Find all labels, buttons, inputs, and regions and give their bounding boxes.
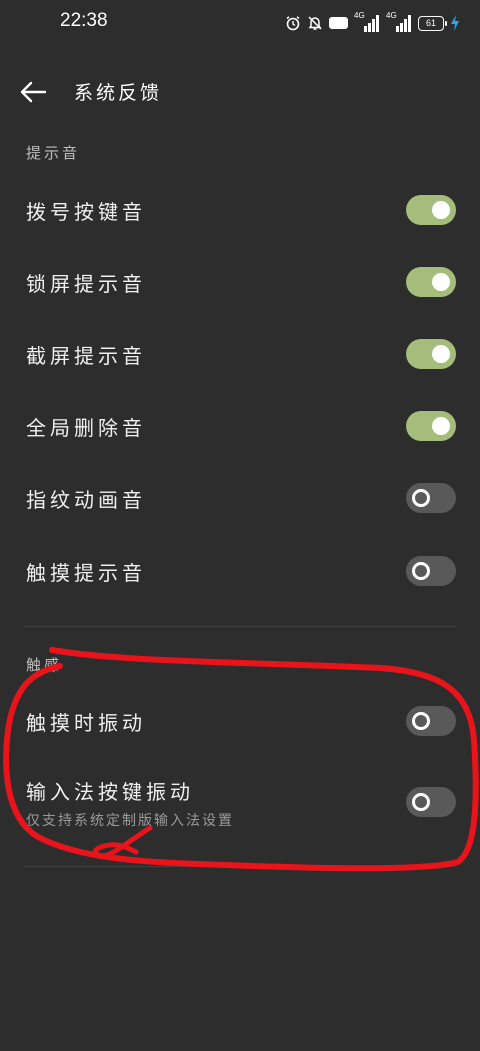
toggle-switch[interactable] xyxy=(406,267,456,297)
setting-row-ime-vibration[interactable]: 输入法按键振动 仅支持系统定制版输入法设置 xyxy=(0,766,480,838)
setting-label: 全局删除音 xyxy=(26,416,146,440)
setting-label: 拨号按键音 xyxy=(26,200,146,224)
toggle-knob xyxy=(412,793,430,811)
toggle-knob xyxy=(412,562,430,580)
network-label-1: 4G xyxy=(354,11,365,20)
signal-4g-icon: 4G xyxy=(386,11,412,32)
toggle-knob xyxy=(432,273,450,291)
signal-4g-icon: 4G xyxy=(354,11,380,32)
header: 系统反馈 xyxy=(0,64,480,120)
toggle-switch[interactable] xyxy=(406,195,456,225)
setting-row-fingerprint-tone[interactable]: 指纹动画音 xyxy=(0,472,480,524)
toggle-knob xyxy=(432,201,450,219)
hd-icon: HD xyxy=(329,17,348,29)
setting-row-dial-tone[interactable]: 拨号按键音 xyxy=(0,184,480,236)
setting-row-touch-tone[interactable]: 触摸提示音 xyxy=(0,545,480,597)
setting-label: 锁屏提示音 xyxy=(26,272,146,296)
charging-icon xyxy=(450,15,460,31)
setting-row-touch-vibration[interactable]: 触摸时振动 xyxy=(0,694,480,748)
setting-label: 触摸提示音 xyxy=(26,561,146,585)
status-icons: HD 4G 4G 61 xyxy=(285,11,460,34)
toggle-switch[interactable] xyxy=(406,556,456,586)
arrow-left-icon xyxy=(20,81,47,103)
setting-label: 输入法按键振动 xyxy=(26,780,194,804)
setting-sublabel: 仅支持系统定制版输入法设置 xyxy=(26,813,234,829)
network-label-2: 4G xyxy=(386,11,397,20)
setting-label: 指纹动画音 xyxy=(26,488,146,512)
toggle-knob xyxy=(412,712,430,730)
section-label-sound: 提示音 xyxy=(26,144,81,162)
setting-label: 触摸时振动 xyxy=(26,711,146,735)
divider xyxy=(24,866,456,867)
toggle-switch[interactable] xyxy=(406,706,456,736)
status-time: 22:38 xyxy=(60,10,108,31)
section-label-haptic: 触感 xyxy=(26,656,63,674)
toggle-switch[interactable] xyxy=(406,339,456,369)
divider xyxy=(24,626,456,627)
status-bar: 22:38 HD 4G 4G 61 xyxy=(0,0,480,46)
setting-label: 截屏提示音 xyxy=(26,344,146,368)
battery-icon: 61 xyxy=(418,15,447,31)
back-button[interactable] xyxy=(18,78,50,106)
alarm-icon xyxy=(285,15,301,31)
toggle-switch[interactable] xyxy=(406,483,456,513)
toggle-switch[interactable] xyxy=(406,787,456,817)
mute-icon xyxy=(307,15,323,31)
setting-row-delete-tone[interactable]: 全局删除音 xyxy=(0,400,480,452)
setting-row-screenshot-tone[interactable]: 截屏提示音 xyxy=(0,328,480,380)
page-title: 系统反馈 xyxy=(74,82,163,104)
setting-row-lockscreen-tone[interactable]: 锁屏提示音 xyxy=(0,256,480,308)
toggle-switch[interactable] xyxy=(406,411,456,441)
toggle-knob xyxy=(412,489,430,507)
toggle-knob xyxy=(432,345,450,363)
toggle-knob xyxy=(432,417,450,435)
